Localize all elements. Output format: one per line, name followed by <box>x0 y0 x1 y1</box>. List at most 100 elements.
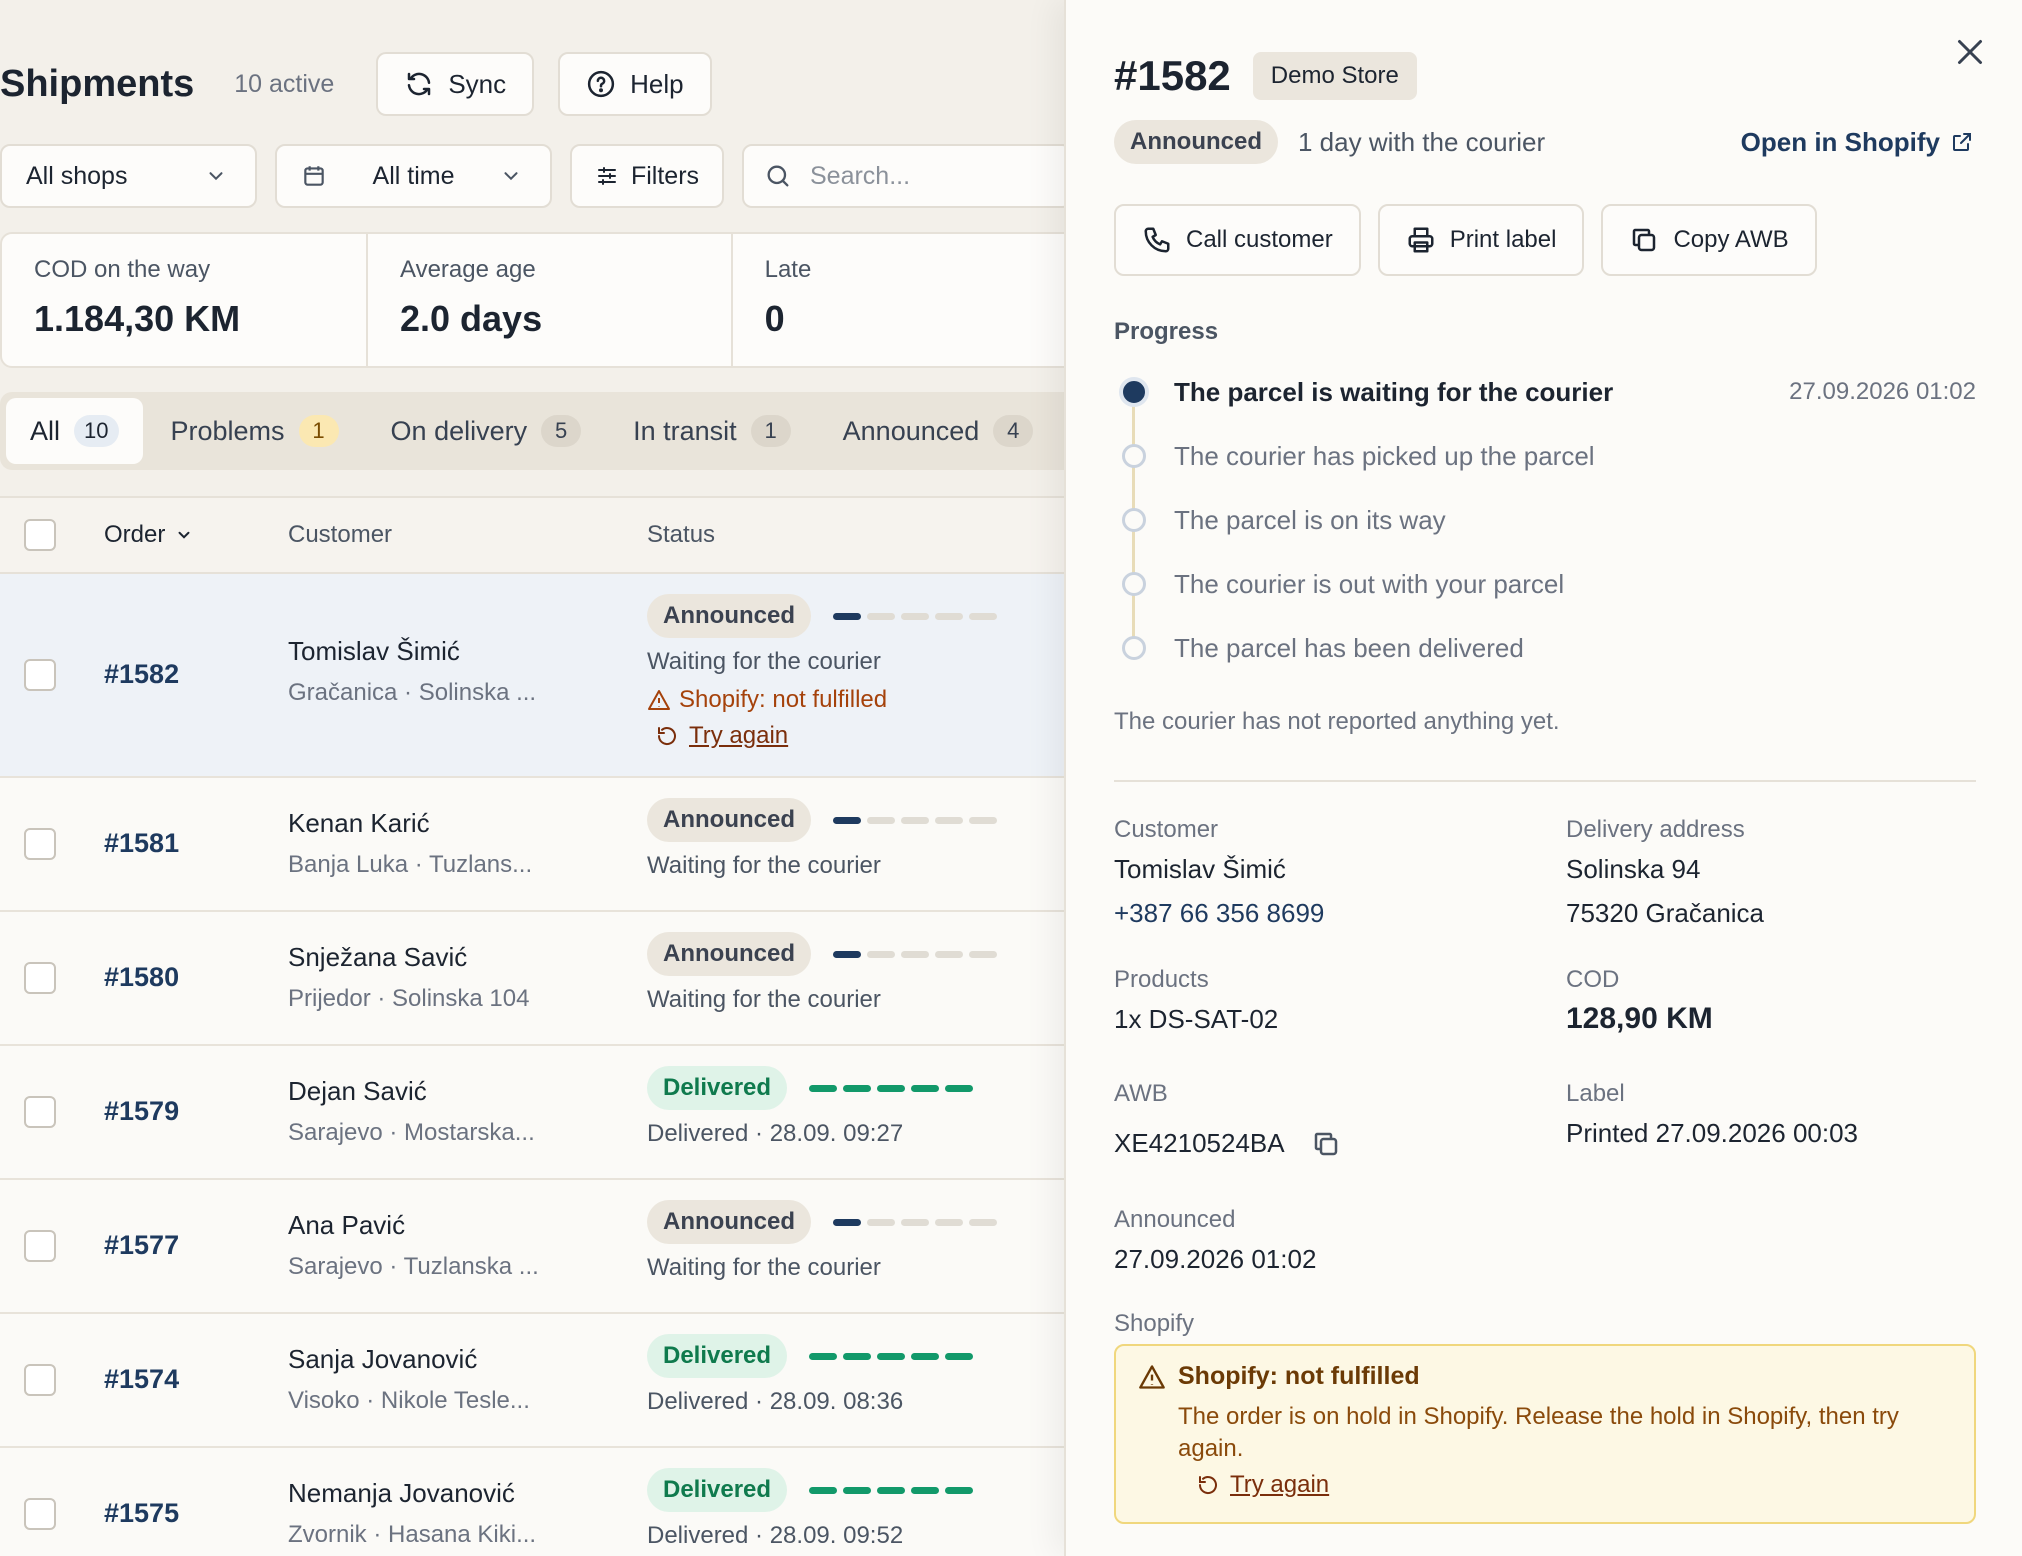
progress-title: Progress <box>1114 318 1219 345</box>
progress-segment <box>901 1218 929 1226</box>
progress-segment <box>809 1486 838 1494</box>
printer-icon <box>1408 227 1434 253</box>
panel-header: #1582 Demo Store <box>1114 52 1417 100</box>
progress-timeline: The parcel is waiting for the courier 27… <box>1114 360 1976 680</box>
progress-segment <box>935 612 963 620</box>
progress-segment <box>809 1084 838 1092</box>
order-column-header[interactable]: Order <box>104 521 193 549</box>
customer-address: Visoko · Nikole Tesle... <box>288 1387 530 1414</box>
table-row[interactable]: #1574 Sanja Jovanović Visoko · Nikole Te… <box>0 1314 1064 1448</box>
progress-segment <box>833 1218 861 1226</box>
tab-announced[interactable]: Announced 4 <box>819 398 1058 464</box>
progress-segment <box>911 1486 940 1494</box>
copy-icon[interactable] <box>1311 1129 1341 1159</box>
row-checkbox[interactable] <box>24 1230 56 1262</box>
row-checkbox[interactable] <box>24 1096 56 1128</box>
customer-address: Prijedor · Solinska 104 <box>288 985 530 1012</box>
customer-name: Dejan Savić <box>288 1076 427 1106</box>
row-checkbox[interactable] <box>24 828 56 860</box>
row-checkbox[interactable] <box>24 1498 56 1530</box>
row-checkbox[interactable] <box>24 962 56 994</box>
stat-late: Late 0 <box>733 234 1064 366</box>
stat-label: Late <box>764 256 812 283</box>
filters-button[interactable]: Filters <box>570 144 724 208</box>
close-icon[interactable] <box>1952 34 1988 70</box>
page-title: Shipments <box>0 62 195 105</box>
progress-segment <box>901 816 929 824</box>
progress-segment <box>911 1084 940 1092</box>
table-row[interactable]: #1582 Tomislav Šimić Gračanica · Solinsk… <box>0 574 1064 778</box>
status-badge: Delivered <box>647 1066 788 1110</box>
shopify-warning: Shopify: not fulfilled <box>647 686 997 714</box>
print-label-label: Print label <box>1449 226 1557 253</box>
progress-bars <box>833 950 997 958</box>
step-dot <box>1122 636 1146 660</box>
tab-on-delivery[interactable]: On delivery 5 <box>367 398 606 464</box>
time-select[interactable]: All time <box>275 144 552 208</box>
address-line: 75320 Gračanica <box>1566 898 1765 928</box>
customer-name: Nemanja Jovanović <box>288 1478 515 1508</box>
sync-button[interactable]: Sync <box>376 52 535 116</box>
table-row[interactable]: #1579 Dejan Savić Sarajevo · Mostarska..… <box>0 1046 1064 1180</box>
table-row[interactable]: #1581 Kenan Karić Banja Luka · Tuzlans..… <box>0 778 1064 912</box>
status-cell: Announced Waiting for the courier Shopif… <box>647 594 997 750</box>
tab-problems[interactable]: Problems 1 <box>147 398 363 464</box>
select-all-checkbox[interactable] <box>24 519 56 551</box>
retry-icon <box>657 727 676 745</box>
copy-awb-button[interactable]: Copy AWB <box>1601 204 1817 276</box>
progress-segment <box>867 1218 895 1226</box>
call-customer-button[interactable]: Call customer <box>1114 204 1361 276</box>
timeline-step: The parcel is on its way <box>1114 488 1976 584</box>
order-id: #1575 <box>104 1498 180 1528</box>
step-label: The courier is out with your parcel <box>1174 568 1565 599</box>
row-checkbox[interactable] <box>24 659 56 691</box>
status-badge: Announced <box>647 798 811 842</box>
awb-label: AWB <box>1114 1080 1168 1107</box>
timeline-step: The courier has picked up the parcel <box>1114 424 1976 520</box>
print-label-button[interactable]: Print label <box>1377 204 1585 276</box>
products-value: 1x DS-SAT-02 <box>1114 1004 1279 1034</box>
customer-address: Banja Luka · Tuzlans... <box>288 851 533 878</box>
help-button[interactable]: Help <box>558 52 712 116</box>
shop-select[interactable]: All shops <box>0 144 257 208</box>
progress-segment <box>833 612 861 620</box>
shop-select-value: All shops <box>26 161 128 190</box>
progress-segment <box>945 1486 974 1494</box>
action-buttons: Call customer Print label Copy AWB <box>1114 204 1817 276</box>
progress-segment <box>877 1486 906 1494</box>
status-cell: Announced Waiting for the courier <box>647 932 997 1014</box>
tab-count: 1 <box>298 415 339 447</box>
customer-name: Ana Pavić <box>288 1210 406 1240</box>
step-label: The parcel is waiting for the courier <box>1174 376 1614 407</box>
order-id: #1582 <box>104 659 180 689</box>
customer-phone[interactable]: +387 66 356 8699 <box>1114 898 1324 929</box>
label-label: Label <box>1566 1080 1625 1107</box>
row-checkbox[interactable] <box>24 1364 56 1396</box>
table-row[interactable]: #1577 Ana Pavić Sarajevo · Tuzlanska ...… <box>0 1180 1064 1314</box>
status-cell: Announced Waiting for the courier <box>647 1200 997 1282</box>
try-again-link[interactable]: Try again <box>647 722 997 750</box>
try-again-label: Try again <box>1230 1471 1330 1498</box>
table-row[interactable]: #1575 Nemanja Jovanović Zvornik · Hasana… <box>0 1448 1064 1556</box>
step-label: The parcel has been delivered <box>1174 632 1524 663</box>
table-row[interactable]: #1580 Snježana Savić Prijedor · Solinska… <box>0 912 1064 1046</box>
step-dot <box>1119 377 1149 407</box>
active-count: 10 active <box>234 69 335 98</box>
alert-text: The order is on hold in Shopify. Release… <box>1178 1403 1899 1462</box>
tab-label: In transit <box>633 415 737 446</box>
progress-segment <box>969 1218 997 1226</box>
progress-bars <box>809 1084 974 1092</box>
progress-segment <box>877 1084 906 1092</box>
open-in-shopify-link[interactable]: Open in Shopify <box>1741 127 1974 158</box>
search-placeholder: Search... <box>810 161 911 190</box>
courier-age: 1 day with the courier <box>1298 126 1546 157</box>
status-cell: Delivered Delivered · 28.09. 09:27 <box>647 1066 974 1148</box>
tab-in-transit[interactable]: In transit 1 <box>609 398 815 464</box>
search-input[interactable]: Search... <box>742 144 1064 208</box>
tab-all[interactable]: All 10 <box>6 398 143 464</box>
try-again-link[interactable]: Try again <box>1138 1471 1952 1499</box>
progress-segment <box>843 1486 872 1494</box>
status-cell: Delivered Delivered · 28.09. 08:36 <box>647 1334 974 1416</box>
time-select-value: All time <box>372 161 455 190</box>
warning-icon <box>648 690 670 710</box>
